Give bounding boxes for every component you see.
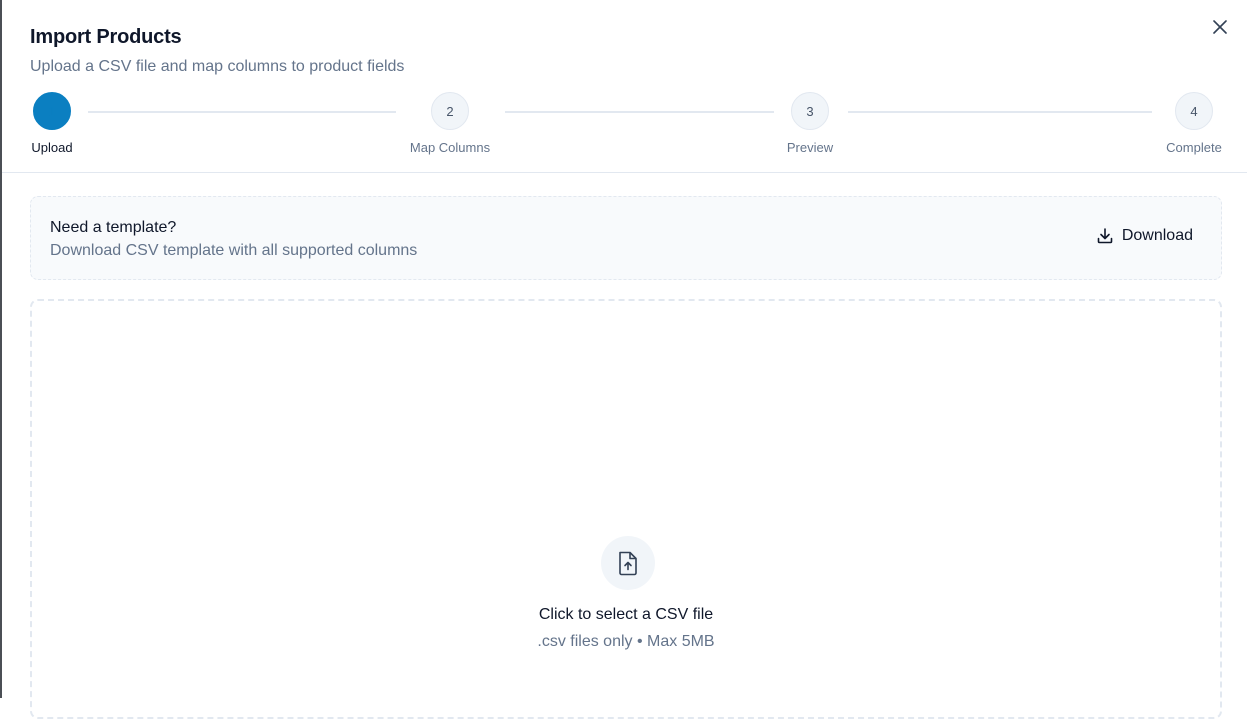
step-number: 1 <box>33 92 71 130</box>
import-products-dialog: Import Products Upload a CSV file and ma… <box>2 0 1247 719</box>
step-preview[interactable]: 3 Preview <box>780 92 840 155</box>
step-label: Map Columns <box>409 140 491 155</box>
dialog-title: Import Products <box>30 26 182 48</box>
step-complete[interactable]: 4 Complete <box>1160 92 1228 155</box>
dialog-subtitle: Upload a CSV file and map columns to pro… <box>30 58 405 75</box>
dropzone-hint: .csv files only • Max 5MB <box>537 633 715 650</box>
step-label: Preview <box>786 140 834 155</box>
step-upload[interactable]: 1 Upload <box>30 92 74 155</box>
download-label: Download <box>1121 227 1193 244</box>
csv-dropzone[interactable]: Click to select a CSV file .csv files on… <box>30 299 1222 719</box>
download-icon <box>1097 228 1113 244</box>
close-button[interactable] <box>1209 16 1231 38</box>
download-template-button[interactable]: Download <box>1096 227 1193 245</box>
step-map-columns[interactable]: 2 Map Columns <box>400 92 500 155</box>
step-number: 3 <box>791 92 829 130</box>
step-label: Upload <box>31 140 73 155</box>
close-icon <box>1213 20 1227 34</box>
upload-icon-badge <box>601 536 655 590</box>
step-connector <box>88 111 396 113</box>
step-number: 4 <box>1175 92 1213 130</box>
file-upload-icon <box>619 551 637 576</box>
step-connector <box>848 111 1152 113</box>
header-divider <box>2 172 1247 173</box>
template-callout: Need a template? Download CSV template w… <box>30 196 1222 280</box>
import-stepper: 1 Upload 2 Map Columns 3 Preview 4 Compl… <box>2 90 1247 160</box>
step-label: Complete <box>1166 140 1222 155</box>
template-description: Download CSV template with all supported… <box>50 242 418 259</box>
step-connector <box>505 111 774 113</box>
dropzone-title: Click to select a CSV file <box>538 606 714 623</box>
template-title: Need a template? <box>50 219 177 236</box>
step-number: 2 <box>431 92 469 130</box>
